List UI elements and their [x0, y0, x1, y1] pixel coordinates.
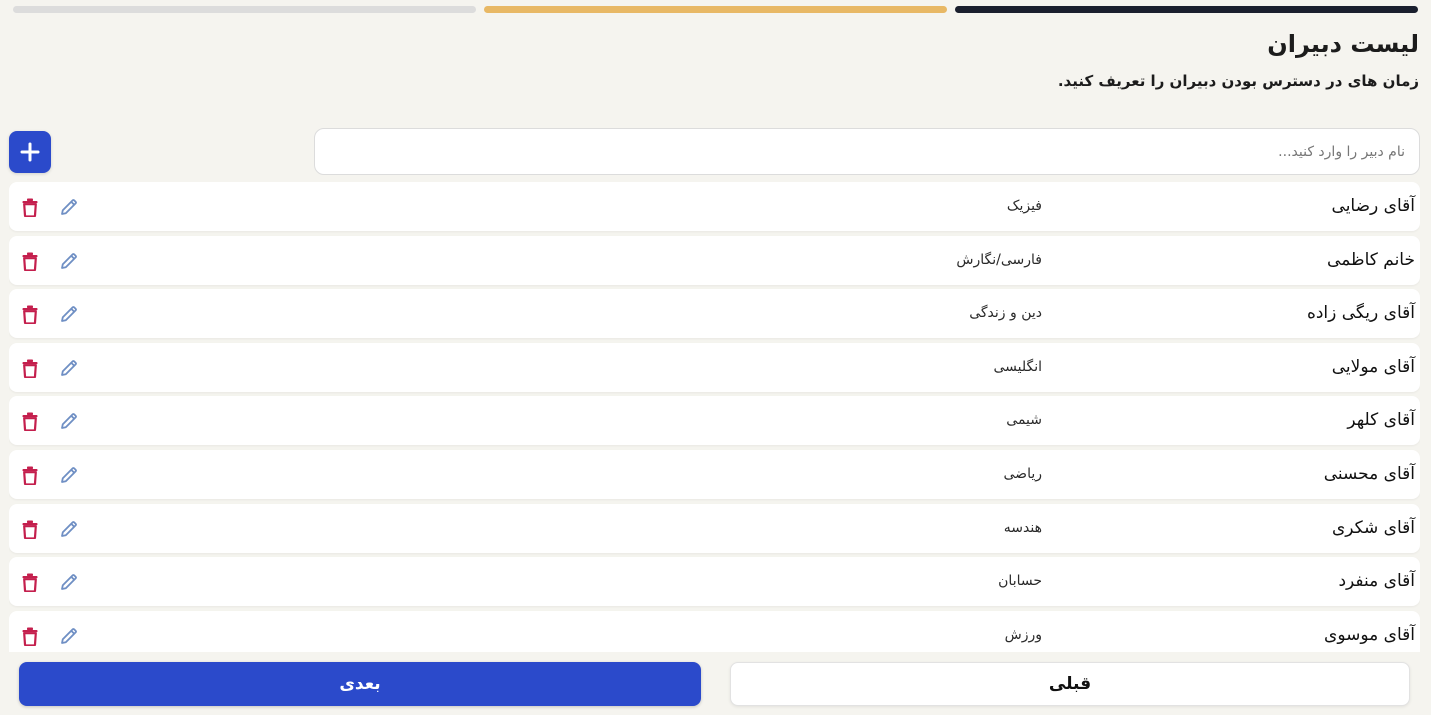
delete-teacher-button[interactable]: [19, 463, 41, 487]
pencil-icon: [61, 199, 77, 215]
teacher-row: آقای کلهر شیمی: [9, 396, 1420, 445]
trash-icon: [22, 305, 38, 324]
pencil-icon: [61, 521, 77, 537]
teacher-row: آقای موسوی ورزش: [9, 611, 1420, 652]
teacher-name: آقای ریگی زاده: [1306, 303, 1415, 323]
edit-teacher-button[interactable]: [57, 570, 81, 594]
delete-teacher-button[interactable]: [19, 195, 41, 219]
teacher-name: خانم کاظمی: [1327, 250, 1415, 270]
trash-icon: [22, 627, 38, 646]
pencil-icon: [61, 253, 77, 269]
pencil-icon: [61, 574, 77, 590]
delete-teacher-button[interactable]: [19, 249, 41, 273]
trash-icon: [22, 520, 38, 539]
trash-icon: [22, 466, 38, 485]
teacher-name: آقای شکری: [1331, 518, 1415, 538]
edit-teacher-button[interactable]: [57, 302, 81, 326]
page-title: لیست دبیران: [1267, 30, 1419, 58]
pencil-icon: [61, 360, 77, 376]
teacher-subject: هندسه: [1003, 520, 1042, 536]
delete-teacher-button[interactable]: [19, 517, 41, 541]
teacher-name-input[interactable]: [314, 128, 1420, 175]
teacher-subject: فیزیک: [1006, 198, 1042, 214]
add-teacher-button[interactable]: [9, 131, 51, 173]
delete-teacher-button[interactable]: [19, 624, 41, 648]
teacher-row: آقای مولایی انگلیسی: [9, 343, 1420, 392]
teacher-name: آقای رضایی: [1331, 196, 1415, 216]
teacher-name: آقای کلهر: [1347, 410, 1415, 430]
trash-icon: [22, 198, 38, 217]
delete-teacher-button[interactable]: [19, 409, 41, 433]
teachers-page: لیست دبیران زمان های در دسترس بودن دبیرا…: [0, 0, 1431, 715]
teacher-name: آقای منفرد: [1338, 571, 1415, 591]
edit-teacher-button[interactable]: [57, 409, 81, 433]
delete-teacher-button[interactable]: [19, 570, 41, 594]
edit-teacher-button[interactable]: [57, 249, 81, 273]
plus-icon: [20, 142, 40, 162]
teacher-row: خانم کاظمی فارسی/نگارش: [9, 236, 1420, 285]
teacher-row: آقای منفرد حسابان: [9, 557, 1420, 606]
trash-icon: [22, 573, 38, 592]
teacher-subject: ورزش: [1004, 627, 1042, 643]
teacher-subject: دین و زندگی: [969, 305, 1042, 321]
edit-teacher-button[interactable]: [57, 517, 81, 541]
teacher-subject: ریاضی: [1003, 466, 1042, 482]
edit-teacher-button[interactable]: [57, 356, 81, 380]
pencil-icon: [61, 628, 77, 644]
teacher-name: آقای مولایی: [1331, 357, 1415, 377]
pencil-icon: [61, 413, 77, 429]
trash-icon: [22, 252, 38, 271]
progress-stepper: [13, 6, 1418, 13]
pencil-icon: [61, 306, 77, 322]
teacher-subject: شیمی: [1006, 412, 1042, 428]
edit-teacher-button[interactable]: [57, 624, 81, 648]
teacher-row: آقای ریگی زاده دین و زندگی: [9, 289, 1420, 338]
edit-teacher-button[interactable]: [57, 463, 81, 487]
next-button[interactable]: بعدی: [19, 662, 701, 706]
teacher-subject: حسابان: [998, 573, 1042, 589]
teacher-subject: فارسی/نگارش: [956, 252, 1042, 268]
pencil-icon: [61, 467, 77, 483]
delete-teacher-button[interactable]: [19, 302, 41, 326]
teacher-row: آقای شکری هندسه: [9, 504, 1420, 553]
step-segment-1: [955, 6, 1418, 13]
trash-icon: [22, 412, 38, 431]
previous-button[interactable]: قبلی: [730, 662, 1410, 706]
trash-icon: [22, 359, 38, 378]
page-subtitle: زمان های در دسترس بودن دبیران را تعریف ک…: [1057, 72, 1419, 90]
teacher-subject: انگلیسی: [993, 359, 1042, 375]
teacher-row: آقای محسنی ریاضی: [9, 450, 1420, 499]
teacher-name: آقای محسنی: [1323, 464, 1415, 484]
step-segment-2: [484, 6, 947, 13]
edit-teacher-button[interactable]: [57, 195, 81, 219]
teacher-name: آقای موسوی: [1324, 625, 1415, 645]
teacher-list: آقای رضایی فیزیک خانم کاظمی فارسی/نگارش آقای…: [9, 182, 1420, 652]
step-segment-3: [13, 6, 476, 13]
teacher-row: آقای رضایی فیزیک: [9, 182, 1420, 231]
delete-teacher-button[interactable]: [19, 356, 41, 380]
